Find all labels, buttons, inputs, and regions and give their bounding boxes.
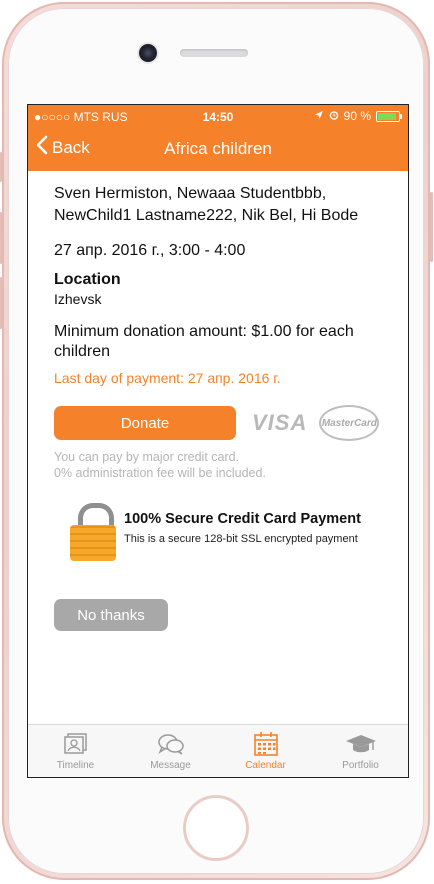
participants-text: Sven Hermiston, Newaaa Studentbbb, NewCh…: [54, 185, 359, 224]
tab-calendar[interactable]: Calendar: [218, 725, 313, 777]
visa-logo: VISA: [252, 410, 308, 435]
tab-timeline-label: Timeline: [56, 760, 95, 771]
payment-note-line2: 0% administration fee will be included.: [54, 466, 266, 480]
front-camera: [139, 44, 157, 62]
calendar-icon: [253, 730, 279, 758]
battery-percent: 90 %: [343, 109, 371, 123]
event-datetime: 27 апр. 2016 г., 3:00 - 4:00: [54, 242, 246, 259]
location-heading: Location: [54, 271, 121, 288]
tab-portfolio-label: Portfolio: [342, 760, 379, 771]
payment-note: You can pay by major credit card. 0% adm…: [54, 449, 394, 481]
no-thanks-button[interactable]: No thanks: [54, 599, 168, 631]
tab-portfolio[interactable]: Portfolio: [313, 725, 408, 777]
graduation-cap-icon: [344, 730, 378, 758]
location-value: Izhevsk: [54, 291, 102, 307]
event-details: Sven Hermiston, Newaaa Studentbbb, NewCh…: [54, 183, 394, 631]
minimum-donation-text: Minimum donation amount: $1.00 for each …: [54, 323, 354, 360]
tab-timeline[interactable]: Timeline: [28, 725, 123, 777]
payment-deadline: Last day of payment: 27 апр. 2016 г.: [54, 370, 281, 386]
home-button[interactable]: [183, 795, 249, 861]
message-icon: [157, 730, 185, 758]
secure-payment-badge: 100% Secure Credit Card Payment This is …: [70, 503, 394, 561]
nav-bar: Back Africa children: [28, 127, 408, 171]
timeline-icon: [63, 730, 89, 758]
battery-icon: [376, 110, 402, 122]
status-bar: ●○○○○ MTS RUS 14:50 90 %: [28, 105, 408, 127]
secure-payment-title: 100% Secure Credit Card Payment: [124, 511, 361, 527]
secure-payment-subtitle: This is a secure 128-bit SSL encrypted p…: [124, 533, 358, 545]
payment-note-line1: You can pay by major credit card.: [54, 450, 240, 464]
tab-message[interactable]: Message: [123, 725, 218, 777]
tab-calendar-label: Calendar: [245, 760, 286, 771]
padlock-icon: [70, 503, 118, 561]
tab-bar: Timeline Message Calendar Portfolio: [28, 724, 408, 777]
tab-message-label: Message: [150, 760, 191, 771]
alarm-icon: [329, 109, 339, 123]
earpiece-speaker: [180, 49, 248, 57]
app-screen: ●○○○○ MTS RUS 14:50 90 % Back Africa chi…: [27, 104, 409, 778]
page-title: Africa children: [164, 139, 272, 158]
payment-row: Donate VISA MasterCard: [54, 403, 394, 443]
mastercard-logo: MasterCard: [319, 405, 380, 441]
location-arrow-icon: [314, 109, 324, 123]
donate-button[interactable]: Donate: [54, 406, 236, 440]
